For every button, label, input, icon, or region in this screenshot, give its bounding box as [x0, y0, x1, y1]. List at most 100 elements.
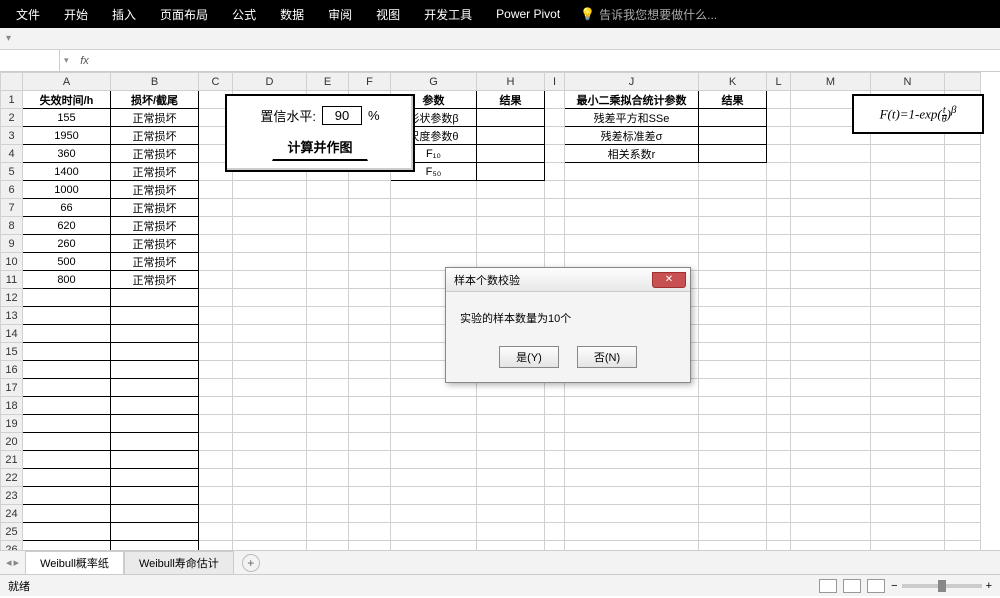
cell[interactable] — [945, 451, 981, 469]
cell[interactable] — [871, 253, 945, 271]
cell[interactable] — [565, 181, 699, 199]
cell[interactable]: 620 — [23, 217, 111, 235]
cell[interactable] — [23, 361, 111, 379]
cell[interactable] — [391, 433, 477, 451]
cell[interactable] — [791, 451, 871, 469]
cell[interactable] — [871, 361, 945, 379]
cell[interactable]: 66 — [23, 199, 111, 217]
cell[interactable] — [945, 343, 981, 361]
cell[interactable] — [111, 361, 199, 379]
cell[interactable] — [565, 523, 699, 541]
cell[interactable] — [307, 523, 349, 541]
cell[interactable]: 1400 — [23, 163, 111, 181]
cell[interactable] — [699, 307, 767, 325]
cell[interactable] — [233, 217, 307, 235]
cell[interactable] — [477, 433, 545, 451]
cell[interactable] — [699, 235, 767, 253]
cell[interactable]: 800 — [23, 271, 111, 289]
cell[interactable] — [699, 325, 767, 343]
cell[interactable] — [699, 469, 767, 487]
cell[interactable] — [791, 397, 871, 415]
cell[interactable] — [199, 217, 233, 235]
cell[interactable] — [791, 163, 871, 181]
cell[interactable] — [699, 289, 767, 307]
col-header-E[interactable]: E — [307, 73, 349, 91]
cell[interactable] — [945, 397, 981, 415]
cell[interactable] — [349, 343, 391, 361]
cell[interactable] — [307, 505, 349, 523]
cell[interactable]: 正常损坏 — [111, 271, 199, 289]
fx-icon[interactable]: fx — [73, 55, 97, 67]
calculate-button[interactable]: 计算并作图 — [272, 133, 367, 161]
cell[interactable] — [945, 541, 981, 551]
cell[interactable] — [199, 397, 233, 415]
cell[interactable] — [307, 217, 349, 235]
cell[interactable] — [767, 523, 791, 541]
col-header-G[interactable]: G — [391, 73, 477, 91]
col-header-J[interactable]: J — [565, 73, 699, 91]
cell[interactable] — [307, 253, 349, 271]
cell[interactable] — [23, 487, 111, 505]
row-header-5[interactable]: 5 — [1, 163, 23, 181]
cell[interactable] — [767, 379, 791, 397]
cell[interactable] — [349, 325, 391, 343]
cell[interactable] — [233, 541, 307, 551]
row-header-25[interactable]: 25 — [1, 523, 23, 541]
cell[interactable]: 结果 — [699, 91, 767, 109]
cell[interactable] — [23, 307, 111, 325]
cell[interactable] — [477, 199, 545, 217]
cell[interactable] — [307, 397, 349, 415]
cell[interactable] — [199, 307, 233, 325]
dialog-titlebar[interactable]: 样本个数校验 ✕ — [446, 268, 690, 292]
view-pagelayout-icon[interactable] — [843, 579, 861, 593]
cell[interactable] — [349, 451, 391, 469]
zoom-slider[interactable] — [902, 584, 982, 588]
cell[interactable] — [233, 397, 307, 415]
cell[interactable] — [699, 397, 767, 415]
cell[interactable] — [945, 379, 981, 397]
fx-dropdown-icon[interactable]: ▾ — [60, 55, 73, 66]
cell[interactable] — [199, 253, 233, 271]
cell[interactable] — [349, 235, 391, 253]
cell[interactable] — [477, 505, 545, 523]
cell[interactable] — [391, 397, 477, 415]
cell[interactable] — [307, 361, 349, 379]
cell[interactable] — [307, 271, 349, 289]
cell[interactable] — [391, 217, 477, 235]
cell[interactable] — [791, 289, 871, 307]
cell[interactable] — [945, 523, 981, 541]
cell[interactable] — [349, 253, 391, 271]
view-pagebreak-icon[interactable] — [867, 579, 885, 593]
row-header-6[interactable]: 6 — [1, 181, 23, 199]
name-box[interactable] — [0, 50, 60, 71]
row-header-9[interactable]: 9 — [1, 235, 23, 253]
cell[interactable] — [871, 325, 945, 343]
col-header-L[interactable]: L — [767, 73, 791, 91]
cell[interactable] — [767, 181, 791, 199]
cell[interactable] — [307, 325, 349, 343]
cell[interactable] — [111, 289, 199, 307]
cell[interactable] — [791, 217, 871, 235]
col-header-K[interactable]: K — [699, 73, 767, 91]
cell[interactable] — [871, 217, 945, 235]
sheet-area[interactable]: ABCDEFGHIJKLMN1失效时间/h损坏/截尾参数结果最小二乘拟合统计参数… — [0, 72, 1000, 550]
cell[interactable] — [545, 145, 565, 163]
ribbon-tab-formulas[interactable]: 公式 — [220, 6, 268, 23]
cell[interactable] — [945, 325, 981, 343]
cell[interactable] — [233, 343, 307, 361]
cell[interactable] — [307, 541, 349, 551]
cell[interactable] — [565, 217, 699, 235]
row-header-24[interactable]: 24 — [1, 505, 23, 523]
cell[interactable] — [871, 523, 945, 541]
cell[interactable] — [23, 469, 111, 487]
cell[interactable] — [233, 361, 307, 379]
cell[interactable] — [945, 253, 981, 271]
cell[interactable]: 260 — [23, 235, 111, 253]
cell[interactable]: 失效时间/h — [23, 91, 111, 109]
cell[interactable] — [791, 379, 871, 397]
cell[interactable] — [477, 541, 545, 551]
cell[interactable] — [349, 487, 391, 505]
row-header-8[interactable]: 8 — [1, 217, 23, 235]
row-header-14[interactable]: 14 — [1, 325, 23, 343]
cell[interactable] — [23, 397, 111, 415]
